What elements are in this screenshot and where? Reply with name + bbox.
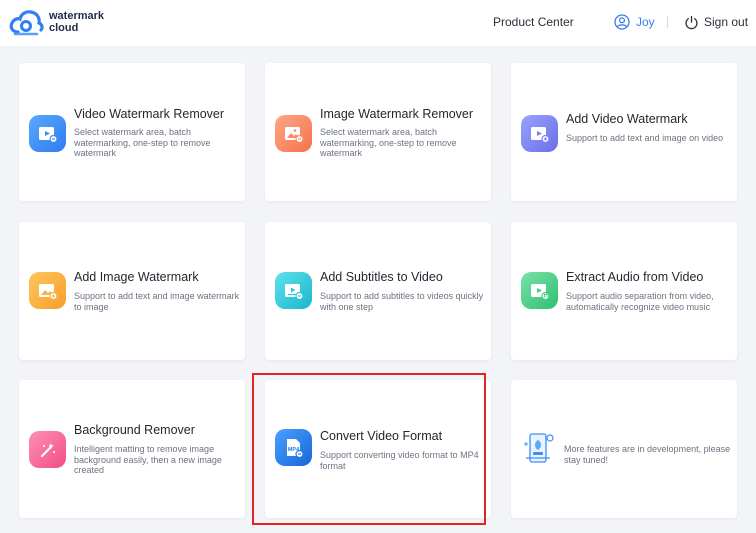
card-background-remover[interactable]: Background Remover Intelligent matting t… bbox=[19, 380, 245, 518]
user-name: Joy bbox=[636, 15, 655, 29]
card-description: Support to add subtitles to videos quick… bbox=[320, 291, 484, 312]
card-description: Support to add text and image watermark … bbox=[74, 291, 240, 312]
user-avatar-icon bbox=[614, 14, 630, 30]
card-title: Add Video Watermark bbox=[566, 112, 688, 126]
card-add-subtitles-to-video[interactable]: Add Subtitles to Video Support to add su… bbox=[265, 222, 491, 360]
sign-out-label: Sign out bbox=[704, 15, 749, 29]
add-image-watermark-icon bbox=[29, 272, 66, 309]
card-description: Select watermark area, batch watermarkin… bbox=[320, 127, 457, 158]
more-features-illustration-icon bbox=[520, 428, 560, 468]
card-video-watermark-remover[interactable]: Video Watermark Remover Select watermark… bbox=[19, 63, 245, 201]
power-icon bbox=[685, 15, 698, 29]
logo-line-2: cloud bbox=[49, 22, 79, 34]
image-watermark-remover-icon bbox=[275, 115, 312, 152]
header-divider bbox=[667, 16, 668, 28]
card-title: Add Image Watermark bbox=[74, 270, 199, 284]
card-convert-video-format[interactable]: MP4 Convert Video Format Support convert… bbox=[265, 380, 491, 518]
card-extract-audio-from-video[interactable]: Extract Audio from Video Support audio s… bbox=[511, 222, 737, 360]
top-header: watermark cloud Product Center Joy Sign … bbox=[0, 0, 756, 46]
card-title: Background Remover bbox=[74, 423, 195, 437]
card-description: Support converting video format to MP4 f… bbox=[320, 450, 479, 471]
card-title: Convert Video Format bbox=[320, 429, 443, 443]
add-video-watermark-icon bbox=[521, 115, 558, 152]
card-title: Add Subtitles to Video bbox=[320, 270, 443, 284]
card-description: Intelligent matting to remove image back… bbox=[74, 444, 222, 475]
watermark-cloud-logo[interactable]: watermark cloud bbox=[9, 8, 109, 38]
logo-line-1: watermark bbox=[49, 10, 105, 22]
user-menu[interactable]: Joy bbox=[614, 12, 655, 32]
card-title: Extract Audio from Video bbox=[566, 270, 704, 284]
more-features-text: More features are in development, please… bbox=[564, 444, 731, 465]
logo-text: watermark cloud bbox=[49, 10, 104, 34]
card-more-features: More features are in development, please… bbox=[511, 380, 737, 518]
background-remover-icon bbox=[29, 431, 66, 468]
add-subtitles-icon bbox=[275, 272, 312, 309]
sign-out-button[interactable]: Sign out bbox=[684, 12, 748, 32]
convert-video-format-icon: MP4 bbox=[275, 429, 312, 466]
cloud-logo-icon bbox=[9, 10, 44, 36]
extract-audio-icon bbox=[521, 272, 558, 309]
video-watermark-remover-icon bbox=[29, 115, 66, 152]
card-title: Video Watermark Remover bbox=[74, 107, 225, 121]
product-center-link[interactable]: Product Center bbox=[493, 15, 574, 29]
card-add-video-watermark[interactable]: Add Video Watermark Support to add text … bbox=[511, 63, 737, 201]
card-image-watermark-remover[interactable]: Image Watermark Remover Select watermark… bbox=[265, 63, 491, 201]
card-description: Support to add text and image on video bbox=[566, 133, 724, 143]
card-description: Select watermark area, batch watermarkin… bbox=[74, 127, 211, 158]
card-description: Support audio separation from video, aut… bbox=[566, 291, 714, 312]
card-title: Image Watermark Remover bbox=[320, 107, 474, 121]
card-add-image-watermark[interactable]: Add Image Watermark Support to add text … bbox=[19, 222, 245, 360]
